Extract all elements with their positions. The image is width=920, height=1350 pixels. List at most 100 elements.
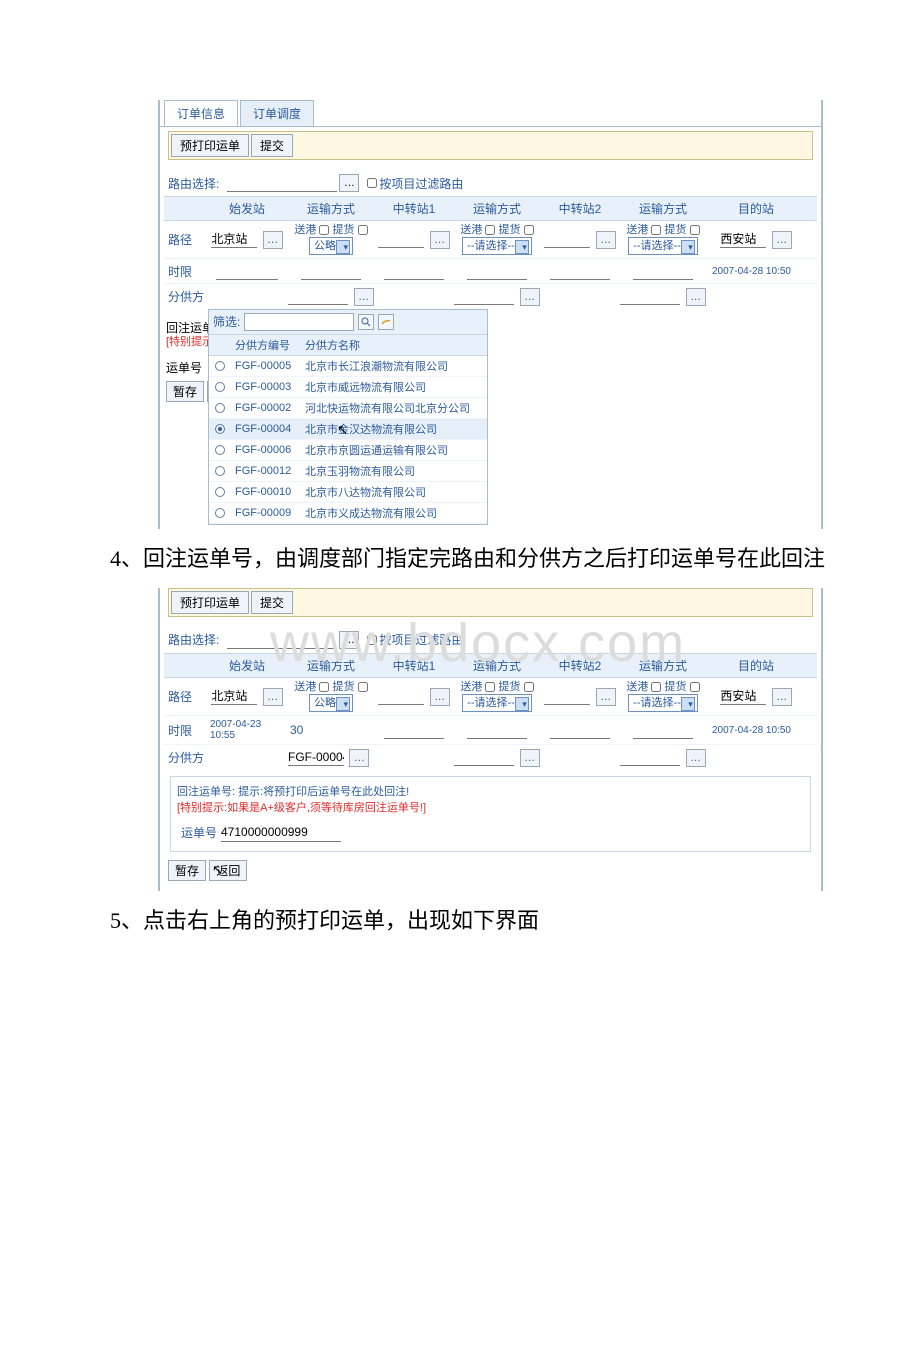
method-select-2[interactable]: --请选择--	[462, 237, 532, 255]
chk-tihuo-3[interactable]	[690, 225, 700, 235]
vendor-row[interactable]: FGF-00012北京玉羽物流有限公司	[209, 460, 487, 481]
transfer1-input[interactable]	[378, 230, 424, 248]
chk-tihuo-1[interactable]	[358, 225, 368, 235]
vendor-code: FGF-00005	[231, 355, 301, 376]
transfer1-input-2[interactable]	[378, 687, 424, 705]
route-select-input[interactable]	[227, 174, 337, 192]
supplier2-2-lookup[interactable]: …	[520, 749, 540, 767]
time-t2-input[interactable]	[550, 262, 610, 280]
vendor-radio[interactable]	[215, 403, 225, 413]
vendor-row[interactable]: FGF-00002河北快运物流有限公司北京分公司	[209, 397, 487, 418]
supplier2-1-lookup[interactable]: …	[349, 749, 369, 767]
time2-m3[interactable]	[633, 721, 693, 739]
time-t1-input[interactable]	[384, 262, 444, 280]
chk-songgang-2[interactable]	[485, 225, 495, 235]
start-station-input[interactable]	[211, 230, 257, 248]
notes-line-1: 回注运单号: 提示:将预打印后运单号在此处回注!	[177, 783, 804, 799]
time-m3-input[interactable]	[633, 262, 693, 280]
vendor-radio[interactable]	[215, 487, 225, 497]
route-select-input-2[interactable]	[227, 631, 337, 649]
transfer2-lookup[interactable]: …	[596, 231, 616, 249]
supplier2-1-input[interactable]	[288, 748, 344, 766]
chk2-th2[interactable]	[524, 682, 534, 692]
vendor-row[interactable]: FGF-00006北京市京圆运通运输有限公司	[209, 439, 487, 460]
save-button-2[interactable]: 暂存	[168, 860, 206, 881]
route-select-lookup-2[interactable]: …	[339, 631, 359, 649]
vendor-name: 北京市金汉达物流有限公司	[301, 418, 487, 439]
supplier-1-input[interactable]	[288, 287, 348, 305]
method-select-3[interactable]: --请选择--	[628, 237, 698, 255]
submit-button-2[interactable]: 提交	[251, 591, 293, 614]
filter-by-project-checkbox[interactable]	[367, 178, 377, 188]
time-start-input[interactable]	[216, 262, 278, 280]
search-icon[interactable]	[358, 314, 374, 330]
chk2-th1[interactable]	[358, 682, 368, 692]
transfer1-lookup[interactable]: …	[430, 231, 450, 249]
path-row: 路径 … 送港 提货 公略 … 送港 提货 --请选	[164, 221, 817, 259]
chk2-sg1[interactable]	[319, 682, 329, 692]
lbl2-sg2: 送港	[460, 681, 482, 693]
supplier-3-input[interactable]	[620, 287, 680, 305]
supplier2-2-input[interactable]	[454, 748, 514, 766]
vendor-radio[interactable]	[215, 361, 225, 371]
dest-lookup-2[interactable]: …	[772, 688, 792, 706]
method-select2-2[interactable]: --请选择--	[462, 694, 532, 712]
screenshot-1: 订单信息 订单调度 预打印运单 提交 路由选择: … 按项目过滤路由 始发站 运…	[158, 100, 823, 529]
vendor-row[interactable]: FGF-00005北京市长江浪潮物流有限公司	[209, 355, 487, 376]
transfer1-lookup-2[interactable]: …	[430, 688, 450, 706]
method-select-1[interactable]: 公略	[309, 237, 353, 255]
submit-button[interactable]: 提交	[251, 134, 293, 157]
chk2-sg2[interactable]	[485, 682, 495, 692]
method-select2-1[interactable]: 公略	[309, 694, 353, 712]
time2-t1[interactable]	[384, 721, 444, 739]
tab-order-info[interactable]: 订单信息	[164, 100, 238, 126]
chk-songgang-3[interactable]	[651, 225, 661, 235]
time-m2-input[interactable]	[467, 262, 527, 280]
transfer2-input[interactable]	[544, 230, 590, 248]
dest-station-input[interactable]	[720, 230, 766, 248]
vh-name: 分供方名称	[301, 335, 487, 356]
transfer2-input-2[interactable]	[544, 687, 590, 705]
clear-icon[interactable]	[378, 314, 394, 330]
method-select2-3[interactable]: --请选择--	[628, 694, 698, 712]
waybill-input[interactable]	[221, 824, 341, 842]
vendor-radio[interactable]	[215, 424, 225, 434]
supplier-3-lookup[interactable]: …	[686, 288, 706, 306]
vendor-radio[interactable]	[215, 466, 225, 476]
chk2-th3[interactable]	[690, 682, 700, 692]
time2-t2[interactable]	[550, 721, 610, 739]
supplier2-3-lookup[interactable]: …	[686, 749, 706, 767]
preprint-button[interactable]: 预打印运单	[171, 134, 249, 157]
filter-by-project-checkbox-2[interactable]	[367, 635, 377, 645]
back-button-2[interactable]: 返回	[209, 860, 247, 881]
dest-station-input-2[interactable]	[720, 687, 766, 705]
vendor-row[interactable]: FGF-00010北京市八达物流有限公司	[209, 481, 487, 502]
chk-tihuo-2[interactable]	[524, 225, 534, 235]
dest-lookup[interactable]: …	[772, 231, 792, 249]
supplier2-3-input[interactable]	[620, 748, 680, 766]
time2-m2[interactable]	[467, 721, 527, 739]
supplier-2-lookup[interactable]: …	[520, 288, 540, 306]
preprint-button-2[interactable]: 预打印运单	[171, 591, 249, 614]
vh-code: 分供方编号	[231, 335, 301, 356]
vendor-row[interactable]: FGF-00004北京市金汉达物流有限公司	[209, 418, 487, 439]
vendor-radio[interactable]	[215, 445, 225, 455]
supplier-1-lookup[interactable]: …	[354, 288, 374, 306]
route-select-lookup[interactable]: …	[339, 174, 359, 192]
start-lookup-2[interactable]: …	[263, 688, 283, 706]
start-lookup[interactable]: …	[263, 231, 283, 249]
save-button[interactable]: 暂存	[166, 381, 204, 402]
chk2-sg3[interactable]	[651, 682, 661, 692]
vendor-radio[interactable]	[215, 382, 225, 392]
vendor-name: 北京市八达物流有限公司	[301, 481, 487, 502]
tab-order-dispatch[interactable]: 订单调度	[240, 100, 314, 126]
chk-songgang-1[interactable]	[319, 225, 329, 235]
vendor-row[interactable]: FGF-00009北京市义成达物流有限公司	[209, 502, 487, 523]
start-station-input-2[interactable]	[211, 687, 257, 705]
vendor-radio[interactable]	[215, 508, 225, 518]
transfer2-lookup-2[interactable]: …	[596, 688, 616, 706]
vendor-filter-input[interactable]	[244, 313, 354, 331]
vendor-row[interactable]: FGF-00003北京市威远物流有限公司	[209, 376, 487, 397]
time-m1-input[interactable]	[301, 262, 361, 280]
supplier-2-input[interactable]	[454, 287, 514, 305]
